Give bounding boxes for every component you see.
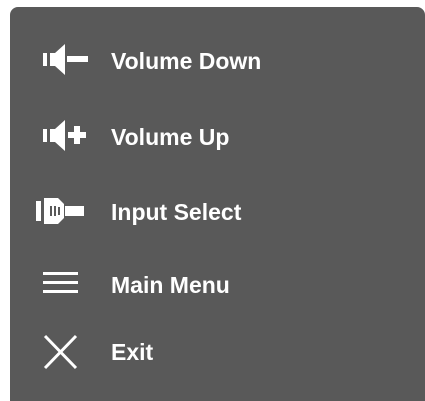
osd-quick-menu: Volume Down Volume Up Input Select Main … xyxy=(10,7,425,401)
menu-item-main-menu[interactable]: Main Menu xyxy=(10,255,425,315)
menu-item-label: Exit xyxy=(111,339,154,365)
input-select-icon xyxy=(36,182,96,242)
menu-item-label: Main Menu xyxy=(111,272,230,298)
volume-down-icon xyxy=(43,31,98,91)
menu-item-input-select[interactable]: Input Select xyxy=(10,182,425,242)
menu-item-label: Volume Up xyxy=(111,124,230,150)
menu-item-volume-down[interactable]: Volume Down xyxy=(10,31,425,91)
menu-icon xyxy=(43,255,83,315)
menu-item-volume-up[interactable]: Volume Up xyxy=(10,107,425,167)
menu-item-label: Volume Down xyxy=(111,48,262,74)
menu-item-exit[interactable]: Exit xyxy=(10,322,425,382)
menu-item-label: Input Select xyxy=(111,199,242,225)
close-icon xyxy=(43,322,83,382)
volume-up-icon xyxy=(43,107,98,167)
